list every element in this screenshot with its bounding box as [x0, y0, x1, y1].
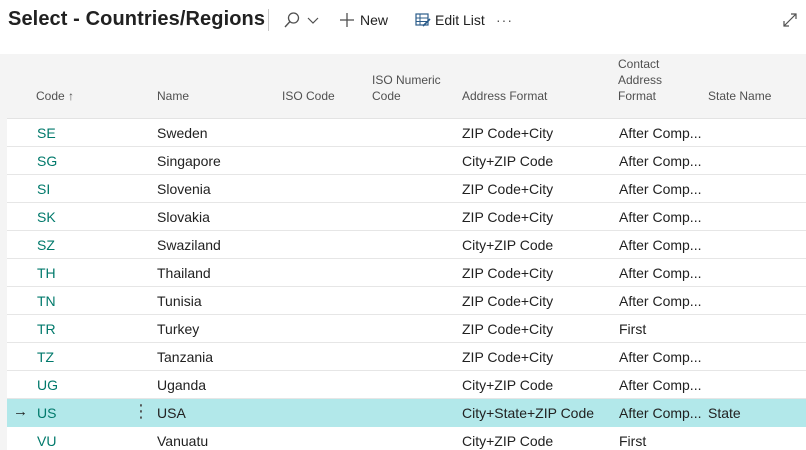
expand-icon [782, 12, 798, 28]
more-options-button[interactable]: ··· [496, 10, 513, 30]
table-header: Code ↑ Name ISO Code ISO Numeric Code Ad… [7, 54, 806, 119]
contact-address-format-cell: After Comp... [619, 405, 702, 421]
table-row[interactable]: SZ Swaziland City+ZIP Code After Comp... [7, 231, 806, 259]
chevron-down-icon [307, 14, 319, 26]
address-format-cell: City+ZIP Code [462, 377, 554, 393]
code-cell[interactable]: SE [37, 125, 56, 141]
code-cell[interactable]: SG [37, 153, 57, 169]
address-format-cell: City+ZIP Code [462, 237, 554, 253]
code-cell[interactable]: SZ [37, 237, 55, 253]
contact-address-format-cell: After Comp... [619, 265, 702, 281]
column-header-contact-line3: Format [618, 89, 657, 103]
column-header-iso-code[interactable]: ISO Code [282, 88, 335, 104]
name-cell: Tanzania [157, 349, 214, 365]
address-format-cell: ZIP Code+City [462, 293, 554, 309]
contact-address-format-cell: After Comp... [619, 349, 702, 365]
column-header-contact-address-format[interactable]: Contact Address Format [618, 56, 662, 104]
edit-list-button[interactable]: Edit List [415, 10, 485, 30]
code-cell[interactable]: TN [37, 293, 56, 309]
column-header-state-name[interactable]: State Name [708, 88, 771, 104]
table-row[interactable]: TH Thailand ZIP Code+City After Comp... [7, 259, 806, 287]
table-body: SE Sweden ZIP Code+City After Comp... SG… [7, 119, 806, 450]
contact-address-format-cell: After Comp... [619, 377, 702, 393]
code-cell[interactable]: TZ [37, 349, 54, 365]
column-header-address-format[interactable]: Address Format [462, 88, 547, 104]
code-cell[interactable]: VU [37, 433, 56, 449]
search-icon [283, 11, 301, 29]
list-area: Code ↑ Name ISO Code ISO Numeric Code Ad… [0, 54, 806, 450]
table-row[interactable]: TZ Tanzania ZIP Code+City After Comp... [7, 343, 806, 371]
column-header-code[interactable]: Code ↑ [36, 88, 74, 104]
table-row-selected[interactable]: → US ⋮ USA City+State+ZIP Code After Com… [7, 399, 806, 427]
name-cell: Turkey [157, 321, 200, 337]
new-button[interactable]: New [339, 10, 388, 30]
address-format-cell: ZIP Code+City [462, 209, 554, 225]
column-header-iso-numeric-code[interactable]: ISO Numeric Code [372, 72, 441, 104]
contact-address-format-cell: After Comp... [619, 237, 702, 253]
table-row[interactable]: UG Uganda City+ZIP Code After Comp... [7, 371, 806, 399]
name-cell: USA [157, 405, 186, 421]
code-cell[interactable]: US [37, 405, 56, 421]
table-row[interactable]: SI Slovenia ZIP Code+City After Comp... [7, 175, 806, 203]
address-format-cell: ZIP Code+City [462, 349, 554, 365]
address-format-cell: ZIP Code+City [462, 265, 554, 281]
countries-table: Code ↑ Name ISO Code ISO Numeric Code Ad… [7, 54, 806, 450]
table-row[interactable]: SE Sweden ZIP Code+City After Comp... [7, 119, 806, 147]
contact-address-format-cell: After Comp... [619, 153, 702, 169]
header-divider [268, 9, 269, 31]
address-format-cell: City+ZIP Code [462, 153, 554, 169]
address-format-cell: ZIP Code+City [462, 321, 554, 337]
name-cell: Singapore [157, 153, 221, 169]
name-cell: Thailand [157, 265, 211, 281]
name-cell: Sweden [157, 125, 208, 141]
table-row[interactable]: SG Singapore City+ZIP Code After Comp... [7, 147, 806, 175]
contact-address-format-cell: After Comp... [619, 293, 702, 309]
name-cell: Tunisia [157, 293, 202, 309]
new-label: New [360, 12, 389, 28]
address-format-cell: City+ZIP Code [462, 433, 554, 449]
edit-list-label: Edit List [435, 12, 485, 28]
page-title: Select - Countries/Regions [8, 8, 266, 30]
code-cell[interactable]: SI [37, 181, 50, 197]
column-header-name[interactable]: Name [157, 88, 189, 104]
code-cell[interactable]: UG [37, 377, 58, 393]
address-format-cell: ZIP Code+City [462, 181, 554, 197]
name-cell: Slovenia [157, 181, 211, 197]
column-header-contact-line2: Address [618, 73, 663, 87]
table-row[interactable]: VU Vanuatu City+ZIP Code First [7, 427, 806, 450]
address-format-cell: ZIP Code+City [462, 125, 554, 141]
code-cell[interactable]: TH [37, 265, 56, 281]
name-cell: Swaziland [157, 237, 221, 253]
column-header-iso-numeric-line2: Code [372, 89, 401, 103]
table-row[interactable]: SK Slovakia ZIP Code+City After Comp... [7, 203, 806, 231]
contact-address-format-cell: After Comp... [619, 209, 702, 225]
page-header: Select - Countries/Regions New Edit List… [0, 0, 806, 42]
table-row[interactable]: TN Tunisia ZIP Code+City After Comp... [7, 287, 806, 315]
edit-list-icon [415, 12, 431, 28]
current-row-arrow-icon: → [13, 403, 28, 420]
code-cell[interactable]: TR [37, 321, 56, 337]
contact-address-format-cell: After Comp... [619, 181, 702, 197]
contact-address-format-cell: First [619, 433, 647, 449]
name-cell: Vanuatu [157, 433, 209, 449]
row-actions-menu-icon[interactable]: ⋮ [132, 401, 150, 422]
name-cell: Slovakia [157, 209, 210, 225]
expand-button[interactable] [782, 10, 798, 30]
state-name-cell: State [708, 405, 741, 421]
code-cell[interactable]: SK [37, 209, 56, 225]
contact-address-format-cell: After Comp... [619, 125, 702, 141]
name-cell: Uganda [157, 377, 207, 393]
search-button[interactable] [283, 10, 319, 30]
plus-icon [339, 12, 355, 28]
table-row[interactable]: TR Turkey ZIP Code+City First [7, 315, 806, 343]
column-header-iso-numeric-line1: ISO Numeric [372, 73, 441, 87]
address-format-cell: City+State+ZIP Code [462, 405, 595, 421]
column-header-contact-line1: Contact [618, 57, 660, 71]
contact-address-format-cell: First [619, 321, 647, 337]
